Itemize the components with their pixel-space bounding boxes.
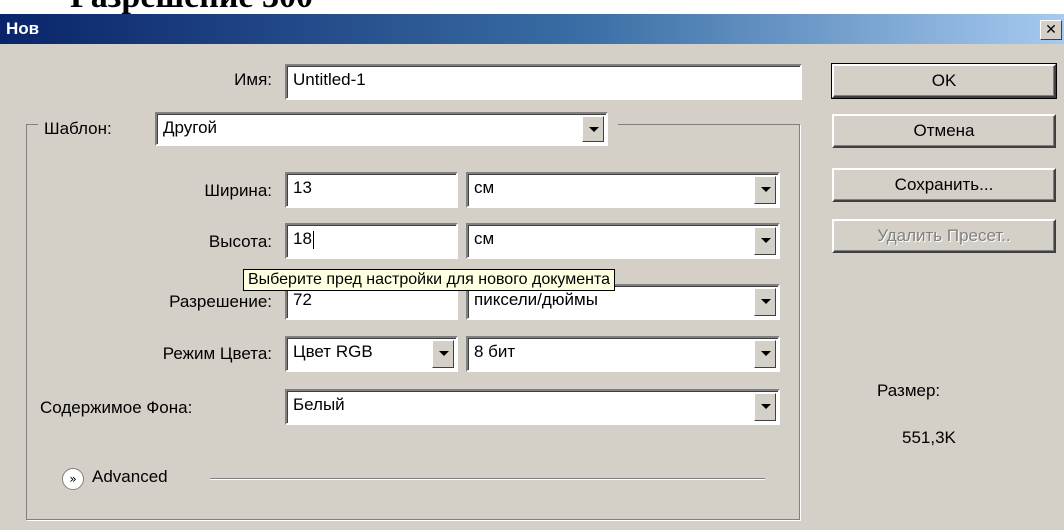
name-input[interactable]: Untitled-1: [285, 64, 802, 100]
window-title: Нов: [6, 19, 40, 38]
chevron-down-icon[interactable]: [754, 340, 776, 368]
height-label: Высота:: [208, 232, 272, 251]
preset-select-value: Другой: [163, 118, 218, 137]
ok-button[interactable]: OK: [831, 63, 1057, 99]
close-icon: ✕: [1045, 22, 1057, 38]
background-label: Содержимое Фона:: [40, 398, 193, 417]
height-input[interactable]: 18: [285, 223, 458, 259]
resolution-label: Разрешение:: [169, 292, 272, 311]
width-unit-select[interactable]: см: [466, 172, 780, 208]
width-label: Ширина:: [204, 181, 272, 200]
bit-depth-value: 8 бит: [474, 342, 516, 361]
resolution-unit-value: пиксели/дюймы: [474, 290, 598, 309]
chevron-down-icon[interactable]: [754, 176, 776, 204]
tooltip: Выберите пред настройки для нового докум…: [243, 269, 616, 291]
chevron-down-icon[interactable]: [754, 288, 776, 316]
height-unit-select[interactable]: см: [466, 223, 780, 259]
save-preset-button[interactable]: Сохранить...: [832, 168, 1056, 202]
name-label: Имя:: [234, 70, 272, 89]
chevron-down-icon[interactable]: [754, 393, 776, 421]
chevron-down-icon[interactable]: [432, 340, 454, 368]
chevron-down-icon[interactable]: [582, 116, 604, 142]
height-input-value: 18: [293, 229, 312, 248]
advanced-divider: [210, 478, 765, 480]
height-unit-value: см: [474, 229, 495, 248]
window-titlebar: Нов ✕: [0, 14, 1064, 44]
cancel-button[interactable]: Отмена: [832, 114, 1056, 148]
color-mode-label: Режим Цвета:: [162, 344, 272, 363]
new-document-dialog: Имя: Untitled-1 Шаблон: Другой Ширина: 1…: [0, 44, 1064, 530]
delete-preset-button: Удалить Пресет..: [832, 219, 1056, 253]
expand-advanced-icon[interactable]: »: [62, 468, 84, 490]
width-input[interactable]: 13: [285, 172, 458, 208]
preset-select[interactable]: Другой: [155, 112, 608, 146]
close-button[interactable]: ✕: [1040, 20, 1062, 40]
background-value: Белый: [293, 395, 345, 414]
color-mode-select[interactable]: Цвет RGB: [285, 336, 458, 372]
width-unit-value: см: [474, 178, 495, 197]
bit-depth-select[interactable]: 8 бит: [466, 336, 780, 372]
size-label: Размер:: [877, 381, 941, 400]
size-value: 551,3K: [902, 428, 956, 447]
color-mode-value: Цвет RGB: [293, 342, 373, 361]
text-caret: [312, 230, 314, 249]
background-select[interactable]: Белый: [285, 389, 780, 425]
chevron-down-icon[interactable]: [754, 227, 776, 255]
preset-label: Шаблон:: [44, 119, 112, 138]
advanced-label[interactable]: Advanced: [92, 467, 168, 487]
